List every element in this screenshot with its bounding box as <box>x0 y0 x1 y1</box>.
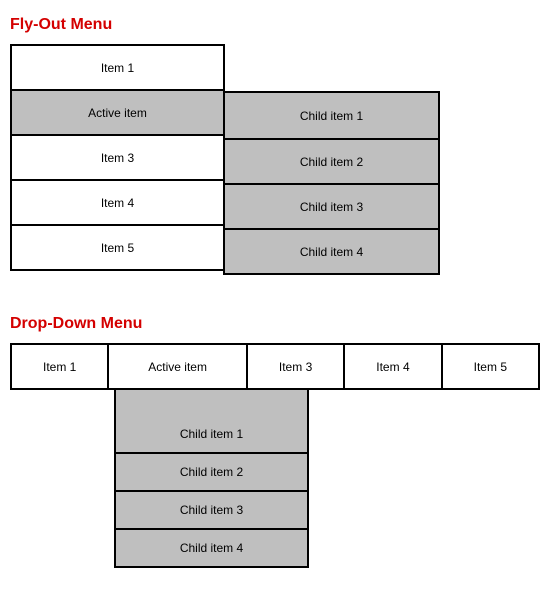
flyout-item-label: Item 1 <box>101 61 134 75</box>
flyout-item-label: Item 5 <box>101 241 134 255</box>
flyout-child-3[interactable]: Child item 3 <box>223 183 440 230</box>
flyout-child-label: Child item 1 <box>300 109 363 123</box>
dropdown-child-1[interactable]: Child item 1 <box>114 388 309 454</box>
flyout-item-1[interactable]: Item 1 <box>10 44 225 91</box>
dropdown-top-row: Item 1 Active item Item 3 Item 4 Item 5 <box>10 343 540 390</box>
dropdown-item-label: Item 1 <box>43 360 76 374</box>
dropdown-item-label: Item 3 <box>279 360 312 374</box>
dropdown-child-label: Child item 2 <box>180 465 243 479</box>
flyout-item-label: Active item <box>88 106 147 120</box>
flyout-title: Fly-Out Menu <box>10 16 540 34</box>
flyout-child-4[interactable]: Child item 4 <box>223 228 440 275</box>
dropdown-item-label: Item 4 <box>376 360 409 374</box>
dropdown-item-1[interactable]: Item 1 <box>10 343 109 390</box>
dropdown-item-active[interactable]: Active item <box>107 343 248 390</box>
flyout-item-active[interactable]: Active item <box>10 89 225 136</box>
flyout-item-label: Item 3 <box>101 151 134 165</box>
flyout-child-2[interactable]: Child item 2 <box>223 138 440 185</box>
dropdown-child-label: Child item 1 <box>180 427 243 441</box>
flyout-item-3[interactable]: Item 3 <box>10 134 225 181</box>
flyout-child-label: Child item 3 <box>300 200 363 214</box>
flyout-submenu: Child item 1 Child item 2 Child item 3 C… <box>225 91 440 275</box>
dropdown-menu: Item 1 Active item Item 3 Item 4 Item 5 … <box>10 343 540 578</box>
dropdown-child-3[interactable]: Child item 3 <box>114 490 309 530</box>
dropdown-child-label: Child item 3 <box>180 503 243 517</box>
flyout-item-5[interactable]: Item 5 <box>10 224 225 271</box>
dropdown-title: Drop-Down Menu <box>10 315 540 333</box>
dropdown-child-label: Child item 4 <box>180 541 243 555</box>
dropdown-child-4[interactable]: Child item 4 <box>114 528 309 568</box>
flyout-child-1[interactable]: Child item 1 <box>223 91 440 140</box>
dropdown-child-2[interactable]: Child item 2 <box>114 452 309 492</box>
flyout-main-column: Item 1 Active item Item 3 Item 4 Item 5 <box>10 44 225 271</box>
dropdown-submenu: Child item 1 Child item 2 Child item 3 C… <box>114 388 309 568</box>
dropdown-item-label: Active item <box>148 360 207 374</box>
dropdown-item-4[interactable]: Item 4 <box>343 343 442 390</box>
flyout-child-label: Child item 4 <box>300 245 363 259</box>
dropdown-item-3[interactable]: Item 3 <box>246 343 345 390</box>
flyout-item-label: Item 4 <box>101 196 134 210</box>
flyout-item-4[interactable]: Item 4 <box>10 179 225 226</box>
dropdown-item-5[interactable]: Item 5 <box>441 343 540 390</box>
flyout-child-label: Child item 2 <box>300 155 363 169</box>
flyout-menu: Item 1 Active item Item 3 Item 4 Item 5 … <box>10 44 440 279</box>
dropdown-item-label: Item 5 <box>474 360 507 374</box>
